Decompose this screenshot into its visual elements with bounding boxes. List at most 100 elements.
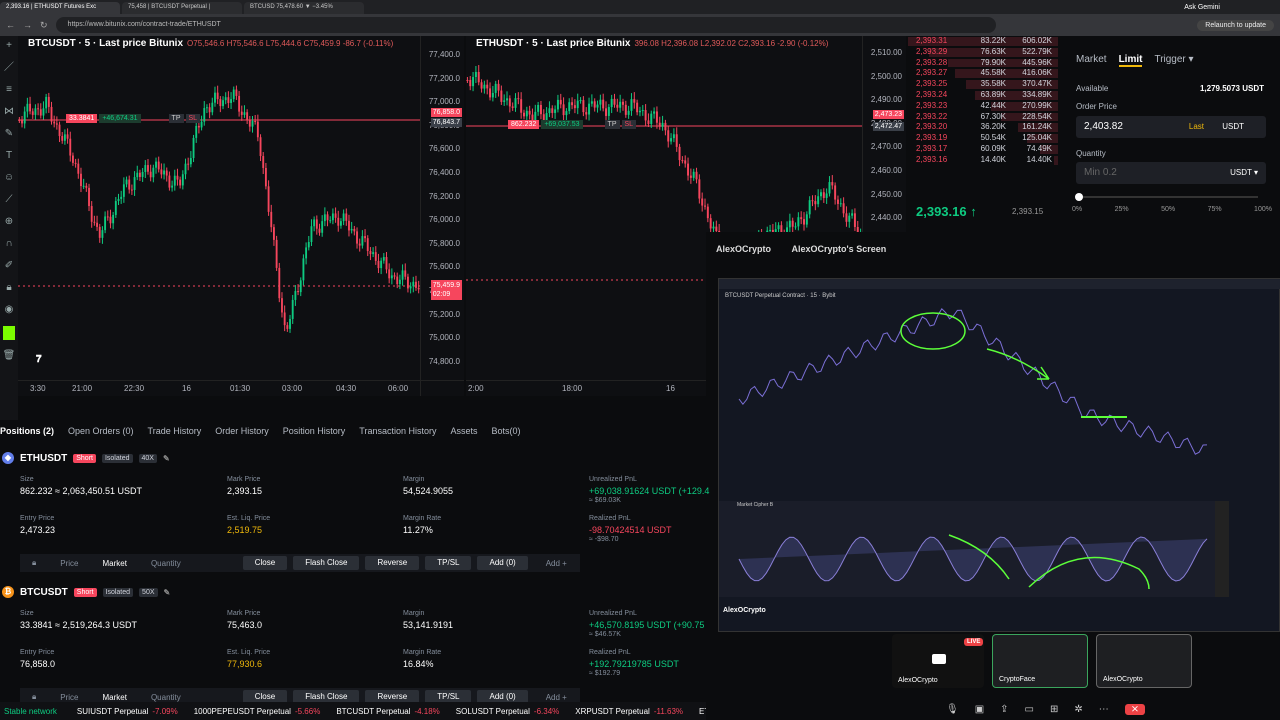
orderbook-row[interactable]: 2,393.17 60.09K 74.49K (908, 144, 1058, 155)
leave-call-icon[interactable]: ⨯ (1124, 704, 1146, 715)
crosshair-icon[interactable]: + (6, 40, 12, 52)
candle (112, 214, 115, 224)
forward-icon[interactable]: → (23, 20, 32, 30)
ticker-item[interactable]: ETHU (699, 707, 706, 716)
leverage-badge[interactable]: 50X (139, 587, 158, 597)
positions-tab[interactable]: Transaction History (359, 426, 436, 444)
btc-chart-pane[interactable]: BTCUSDT · 5 · Last price Bitunix O75,546.… (18, 36, 464, 396)
position-symbol[interactable]: ETHUSDT (20, 453, 67, 464)
orderbook-row[interactable]: 2,393.20 36.20K 161.24K (908, 122, 1058, 133)
browser-tab[interactable]: BTCUSD 75,478.60 ▼ −3.45% (244, 2, 364, 14)
orderbook-row[interactable]: 2,393.27 45.58K 416.06K (908, 68, 1058, 79)
tpsl-button[interactable]: TP/SL (425, 556, 472, 570)
tab-market[interactable]: Market (1076, 54, 1107, 67)
positions-tab[interactable]: Bots(0) (492, 426, 521, 444)
smiley-icon[interactable]: ☺ (4, 172, 14, 184)
chat-icon[interactable]: ▭ (1025, 704, 1034, 715)
eye-icon[interactable]: ◉ (5, 304, 14, 316)
close-qty-input[interactable]: Quantity (139, 559, 193, 568)
order-price-input[interactable]: 2,403.82 Last USDT (1076, 116, 1266, 138)
price-axis[interactable]: 77,400.077,200.077,000.076,800.076,600.0… (420, 36, 464, 396)
margin-mode-badge[interactable]: Isolated (101, 453, 133, 463)
fib-icon[interactable]: ≡ (6, 84, 12, 96)
text-icon[interactable]: T (6, 150, 12, 162)
close-price-input[interactable]: Price (48, 559, 90, 568)
ticker-item[interactable]: XRPUSDT Perpetual -11.63% (575, 707, 683, 716)
ticker-item[interactable]: BTCUSDT Perpetual -4.18% (336, 707, 439, 716)
add-margin-button[interactable]: Add (0) (477, 556, 528, 570)
pattern-icon[interactable]: ⋈ (4, 106, 14, 118)
trash-icon[interactable]: 🗑︎ (3, 350, 16, 362)
positions-tab[interactable]: Trade History (148, 426, 202, 444)
url-input[interactable]: https://www.bitunix.com/contract-trade/E… (55, 17, 996, 33)
market-toggle[interactable]: Market (91, 559, 139, 568)
orderbook-row[interactable]: 2,393.31 83.22K 606.02K (908, 36, 1058, 47)
position-line-tag[interactable]: 33.3841 +46,674.31 TP SL (66, 114, 201, 123)
positions-tab[interactable]: Order History (215, 426, 269, 444)
close-price-input[interactable]: Price (48, 693, 90, 702)
ticker-item[interactable]: Stable network (4, 707, 61, 716)
ruler-icon[interactable]: ⟋ (6, 194, 13, 206)
close-qty-input[interactable]: Quantity (139, 693, 193, 702)
brush-icon[interactable]: ✎ (5, 128, 13, 140)
orderbook-row[interactable]: 2,393.24 63.89K 334.89K (908, 90, 1058, 101)
pencil-icon[interactable]: ✐ (5, 260, 13, 272)
browser-tab[interactable]: 2,393.16 | ETHUSDT Futures Exc (0, 2, 120, 14)
position-symbol[interactable]: BTCUSDT (20, 587, 68, 598)
reload-icon[interactable]: ↻ (40, 20, 48, 31)
back-icon[interactable]: ← (6, 20, 15, 30)
edit-icon[interactable]: ✎ (163, 454, 170, 463)
browser-tab[interactable]: 75,458 | BTCUSDT Perpetual | (122, 2, 242, 14)
activity-icon[interactable]: ✲ (1074, 704, 1082, 715)
lock-icon[interactable]: 🔒︎ (20, 558, 48, 568)
tab-limit[interactable]: Limit (1118, 54, 1143, 67)
time-axis[interactable]: 3:30 21:00 22:30 16 01:30 03:00 04:30 06:00 (18, 380, 464, 396)
grid-icon[interactable]: ⊞ (1050, 704, 1058, 715)
orderbook-row[interactable]: 2,393.23 42.44K 270.99K (908, 101, 1058, 112)
btc-candles[interactable] (18, 36, 420, 380)
participant-tile[interactable]: CryptoFace (992, 634, 1088, 688)
candle (18, 120, 21, 121)
participant-tile[interactable]: AlexOCrypto (1096, 634, 1192, 688)
share-icon[interactable]: ⇪ (1000, 704, 1008, 715)
quantity-input[interactable]: Min 0.2 USDT ▾ (1076, 162, 1266, 184)
orderbook-row[interactable]: 2,393.16 14.40K 14.40K (908, 155, 1058, 166)
orderbook-row[interactable]: 2,393.25 35.58K 370.47K (908, 79, 1058, 90)
candle (297, 291, 299, 293)
edit-icon[interactable]: ✎ (164, 588, 171, 597)
add-button[interactable]: Add + (534, 693, 579, 702)
ticker-item[interactable]: SOLUSDT Perpetual -6.34% (456, 707, 559, 716)
tab-trigger[interactable]: Trigger ▾ (1154, 54, 1193, 67)
orderbook-p: 2,393.27 (916, 68, 948, 78)
quantity-slider[interactable] (1075, 193, 1258, 201)
magnet-icon[interactable]: ∩ (5, 238, 12, 250)
positions-tab[interactable]: Open Orders (0) (68, 426, 134, 444)
positions-tab[interactable]: Position History (283, 426, 346, 444)
orderbook-row[interactable]: 2,393.22 67.30K 228.54K (908, 112, 1058, 123)
positions-tab[interactable]: Positions (2) (0, 426, 54, 444)
relaunch-button[interactable]: Relaunch to update (1197, 19, 1274, 31)
camera-icon[interactable]: ▣ (975, 704, 984, 715)
margin-mode-badge[interactable]: Isolated (102, 587, 134, 597)
lock-icon[interactable]: 🔒︎ (20, 692, 48, 702)
leverage-badge[interactable]: 40X (138, 453, 157, 463)
add-button[interactable]: Add + (534, 559, 579, 568)
orderbook-row[interactable]: 2,393.19 50.54K 125.04K (908, 133, 1058, 144)
trendline-icon[interactable]: ／ (4, 62, 14, 74)
mic-icon[interactable]: 🎙︎ (946, 704, 959, 715)
orderbook-row[interactable]: 2,393.28 79.90K 445.96K (908, 58, 1058, 69)
positions-tab[interactable]: Assets (450, 426, 477, 444)
reverse-button[interactable]: Reverse (365, 556, 420, 570)
ask-gemini-button[interactable]: Ask Gemini (1184, 4, 1220, 11)
market-toggle[interactable]: Market (91, 693, 139, 702)
orderbook-row[interactable]: 2,393.29 76.63K 522.79K (908, 47, 1058, 58)
more-icon[interactable]: ⋯ (1099, 704, 1109, 715)
color-swatch[interactable] (3, 326, 15, 340)
flash-close-button[interactable]: Flash Close (293, 556, 360, 570)
ticker-item[interactable]: 1000PEPEUSDT Perpetual -5.66% (194, 707, 321, 716)
position-line-tag[interactable]: 862.232 +69,037.53 TP SL (508, 120, 637, 129)
lock-icon[interactable]: 🔒︎ (6, 282, 11, 294)
close-button[interactable]: Close (242, 556, 288, 570)
zoom-icon[interactable]: ⊕ (5, 216, 13, 228)
ticker-item[interactable]: SUIUSDT Perpetual -7.09% (77, 707, 178, 716)
